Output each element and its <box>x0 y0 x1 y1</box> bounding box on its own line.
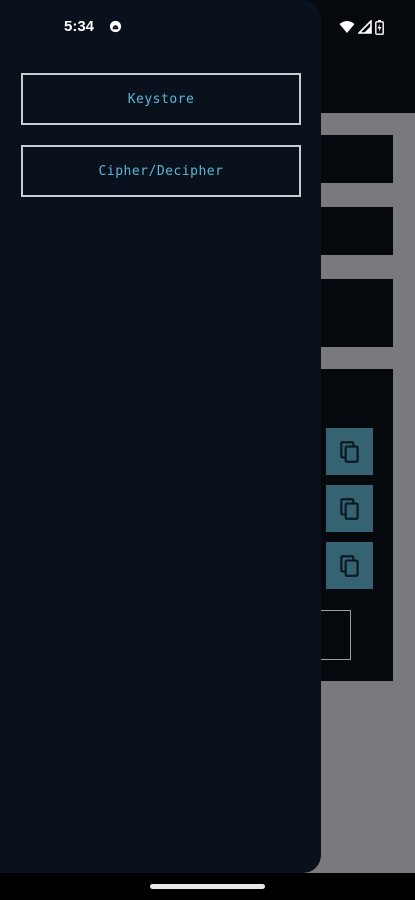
drawer-item-cipher-decipher[interactable]: Cipher/Decipher <box>21 145 301 197</box>
copy-icon <box>339 554 359 577</box>
cell-signal-icon <box>358 20 372 34</box>
drawer-item-label: Cipher/Decipher <box>98 163 224 179</box>
drawer-item-keystore[interactable]: Keystore <box>21 73 301 125</box>
copy-button[interactable] <box>326 542 373 589</box>
copy-icon <box>339 497 359 520</box>
home-gesture-handle[interactable] <box>150 884 265 889</box>
battery-icon <box>375 19 384 35</box>
status-bar: 5:34 <box>0 0 415 56</box>
copy-button[interactable] <box>326 485 373 532</box>
status-time: 5:34 <box>64 18 95 35</box>
copy-button[interactable] <box>326 428 373 475</box>
wifi-icon <box>339 21 355 33</box>
app-notification-icon <box>109 20 122 33</box>
drawer-item-label: Keystore <box>127 91 195 107</box>
navigation-drawer: Keystore Cipher/Decipher <box>0 0 321 873</box>
status-icons <box>339 18 391 36</box>
copy-icon <box>339 440 359 463</box>
